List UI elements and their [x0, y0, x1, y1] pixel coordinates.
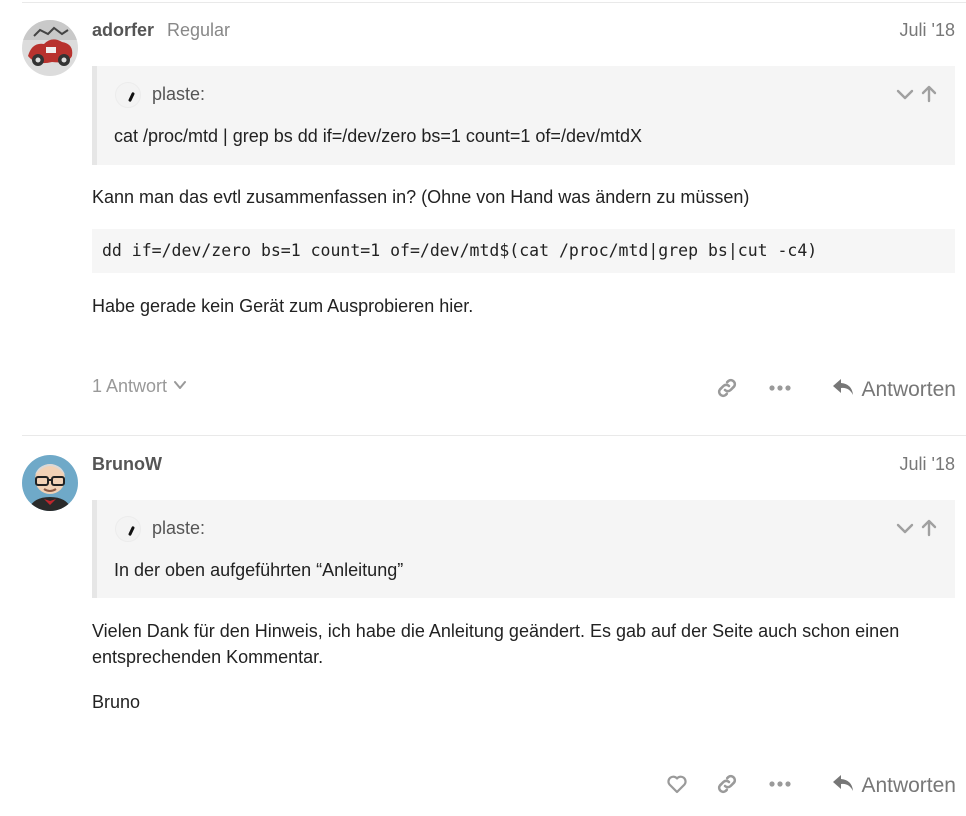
quote-username: plaste: [152, 84, 206, 104]
link-icon[interactable] [715, 376, 739, 400]
quote-text: In der oben aufgeführten “Anleitung” [114, 560, 404, 580]
post-adorfer: adorfer Regular Juli '18 plaste: cat /pr… [0, 0, 966, 435]
arrow-up-icon[interactable] [919, 84, 939, 104]
quote-text: cat /proc/mtd | grep bs dd if=/dev/zero … [114, 126, 642, 146]
username[interactable]: BrunoW [92, 454, 162, 475]
quote-username: plaste: [152, 518, 206, 538]
reply-button[interactable]: Antworten [831, 376, 956, 404]
post-paragraph: Vielen Dank für den Hinweis, ich habe di… [92, 621, 900, 667]
code-block: dd if=/dev/zero bs=1 count=1 of=/dev/mtd… [92, 229, 955, 273]
replies-count: 1 Antwort [92, 376, 168, 396]
post-date[interactable]: Juli '18 [900, 20, 955, 41]
quote-avatar [115, 82, 141, 108]
username[interactable]: adorfer [92, 20, 154, 41]
replies-toggle[interactable]: 1 Antwort [92, 376, 187, 397]
ellipsis-icon[interactable] [768, 378, 792, 398]
avatar[interactable] [22, 455, 78, 511]
chevron-down-icon[interactable] [895, 84, 915, 104]
reply-label: Antworten [861, 378, 956, 401]
post-signature: Bruno [92, 692, 141, 712]
chevron-down-icon [173, 376, 187, 397]
post-paragraph: Habe gerade kein Gerät zum Ausprobieren … [92, 296, 474, 316]
quote-avatar [115, 516, 141, 542]
avatar[interactable] [22, 20, 78, 76]
quote-block: plaste: In der oben aufgeführten “Anleit… [92, 500, 955, 598]
post-paragraph: Kann man das evtl zusammenfassen in? (Oh… [92, 187, 750, 207]
reply-button[interactable]: Antworten [831, 772, 956, 800]
quote-block: plaste: cat /proc/mtd | grep bs dd if=/d… [92, 66, 955, 165]
ellipsis-icon[interactable] [768, 774, 792, 794]
post-brunow: BrunoW Juli '18 plaste: In der oben aufg… [0, 436, 966, 816]
arrow-up-icon[interactable] [919, 518, 939, 538]
link-icon[interactable] [715, 772, 739, 796]
heart-icon[interactable] [665, 772, 689, 796]
reply-arrow-icon [831, 772, 855, 800]
reply-arrow-icon [831, 376, 855, 404]
chevron-down-icon[interactable] [895, 518, 915, 538]
user-title: Regular [167, 20, 231, 40]
post-date[interactable]: Juli '18 [900, 454, 955, 475]
reply-label: Antworten [861, 774, 956, 797]
